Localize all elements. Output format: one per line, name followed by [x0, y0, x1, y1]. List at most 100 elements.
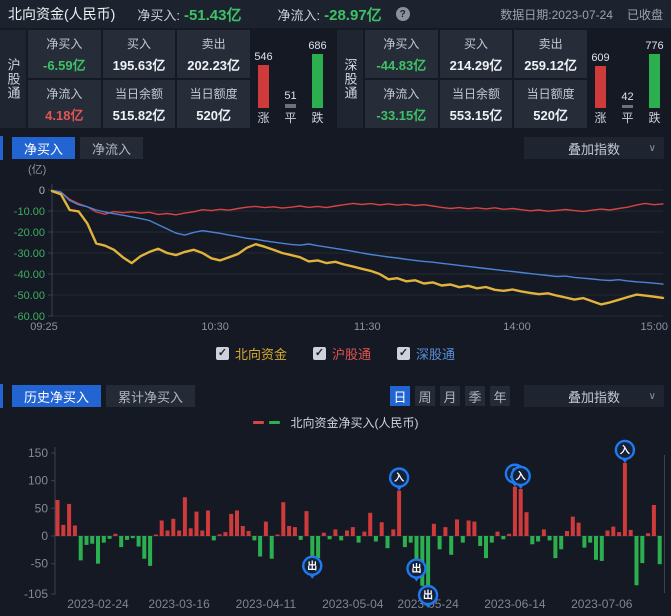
daily-bar[interactable] — [85, 536, 89, 545]
daily-bar[interactable] — [166, 531, 170, 537]
daily-bar[interactable] — [386, 536, 390, 548]
daily-bar[interactable] — [548, 536, 552, 540]
daily-bar[interactable] — [594, 536, 598, 560]
legend-item-shanghai[interactable]: ✓沪股通 — [313, 344, 371, 363]
daily-bar[interactable] — [484, 536, 488, 558]
daily-bar[interactable] — [235, 511, 239, 537]
daily-bar[interactable] — [189, 528, 193, 536]
daily-bar[interactable] — [247, 531, 251, 536]
daily-bar[interactable] — [443, 527, 447, 536]
daily-bar[interactable] — [154, 535, 158, 537]
daily-bar[interactable] — [507, 534, 511, 536]
daily-bar[interactable] — [293, 527, 297, 536]
daily-bar[interactable] — [635, 536, 639, 585]
daily-bar[interactable] — [264, 522, 268, 536]
daily-bar[interactable] — [467, 521, 471, 537]
daily-bar[interactable] — [131, 536, 135, 538]
daily-bar[interactable] — [339, 536, 343, 540]
daily-bar[interactable] — [368, 513, 372, 536]
daily-bar[interactable] — [606, 531, 610, 537]
daily-bar[interactable] — [357, 536, 361, 543]
tab-history-net-buy[interactable]: 历史净买入 — [12, 385, 101, 407]
daily-bar[interactable] — [553, 536, 557, 558]
daily-bar[interactable] — [600, 536, 604, 561]
daily-bar[interactable] — [96, 536, 100, 564]
daily-bar[interactable] — [565, 531, 569, 536]
daily-bar[interactable] — [513, 487, 517, 536]
daily-bar[interactable] — [322, 533, 326, 536]
legend-item-shenzhen[interactable]: ✓深股通 — [397, 344, 455, 363]
daily-bar[interactable] — [281, 502, 285, 536]
daily-bar[interactable] — [519, 489, 523, 536]
daily-bar[interactable] — [90, 536, 94, 544]
daily-bar[interactable] — [351, 527, 355, 536]
daily-bar[interactable] — [611, 527, 615, 536]
daily-bar[interactable] — [582, 536, 586, 548]
daily-bar[interactable] — [328, 536, 332, 539]
legend-item-northbound[interactable]: ✓北向资金 — [216, 344, 287, 363]
daily-bar[interactable] — [73, 526, 77, 537]
daily-bar[interactable] — [536, 536, 540, 542]
daily-bar[interactable] — [409, 536, 413, 543]
daily-bar[interactable] — [571, 517, 575, 536]
daily-bar[interactable] — [646, 533, 650, 536]
daily-bar[interactable] — [171, 519, 175, 536]
daily-bar[interactable] — [61, 525, 65, 536]
daily-bar[interactable] — [223, 532, 227, 536]
daily-bar[interactable] — [559, 536, 563, 549]
daily-bar[interactable] — [461, 536, 465, 543]
daily-bar[interactable] — [258, 536, 262, 557]
daily-bar[interactable] — [455, 519, 459, 536]
daily-bar[interactable] — [490, 536, 494, 543]
tab-cumulative-net-buy[interactable]: 累计净买入 — [106, 385, 195, 407]
daily-bar[interactable] — [195, 512, 199, 536]
daily-bar[interactable] — [218, 534, 222, 536]
daily-bar[interactable] — [472, 522, 476, 536]
daily-bar[interactable] — [56, 500, 60, 536]
daily-bar[interactable] — [137, 536, 141, 547]
period-year-button[interactable]: 年 — [490, 386, 510, 406]
daily-bar[interactable] — [241, 526, 245, 536]
daily-bar[interactable] — [478, 536, 482, 546]
daily-bar[interactable] — [432, 524, 436, 536]
daily-bar[interactable] — [79, 536, 83, 560]
daily-bar[interactable] — [380, 522, 384, 536]
daily-bar[interactable] — [212, 536, 216, 540]
daily-bar[interactable] — [345, 531, 349, 537]
help-icon[interactable]: ? — [396, 7, 410, 21]
period-quarter-button[interactable]: 季 — [465, 386, 485, 406]
daily-bar[interactable] — [629, 530, 633, 536]
daily-bar[interactable] — [270, 536, 274, 559]
checkbox-checked-icon[interactable]: ✓ — [216, 347, 229, 360]
intraday-line-chart[interactable]: 0-10.00-20.00-30.00-40.00-50.00-60.0009:… — [0, 172, 671, 334]
daily-bar[interactable] — [542, 529, 546, 536]
tab-net-flow[interactable]: 净流入 — [80, 137, 143, 159]
daily-bar[interactable] — [438, 536, 442, 549]
daily-bar[interactable] — [299, 536, 303, 540]
daily-bar[interactable] — [623, 463, 627, 536]
daily-bar[interactable] — [67, 504, 71, 536]
daily-bar[interactable] — [640, 536, 644, 563]
period-month-button[interactable]: 月 — [440, 386, 460, 406]
daily-bar[interactable] — [449, 536, 453, 555]
daily-bar[interactable] — [102, 536, 106, 543]
daily-bar[interactable] — [391, 529, 395, 536]
daily-bar[interactable] — [206, 511, 210, 537]
period-day-button[interactable]: 日 — [390, 386, 410, 406]
tab-net-buy[interactable]: 净买入 — [12, 137, 75, 159]
daily-bar[interactable] — [496, 532, 500, 536]
daily-bar[interactable] — [125, 536, 129, 540]
daily-bar[interactable] — [658, 536, 662, 564]
daily-bar[interactable] — [530, 536, 534, 544]
daily-bar[interactable] — [316, 536, 320, 558]
daily-bar[interactable] — [525, 512, 529, 536]
daily-bar[interactable] — [183, 497, 187, 536]
daily-bar[interactable] — [119, 536, 123, 547]
daily-bar[interactable] — [229, 514, 233, 536]
daily-bar[interactable] — [362, 532, 366, 536]
daily-bar[interactable] — [252, 536, 256, 540]
daily-bar[interactable] — [588, 536, 592, 543]
daily-bar[interactable] — [577, 523, 581, 536]
daily-bar[interactable] — [276, 535, 280, 537]
daily-bar[interactable] — [148, 536, 152, 566]
